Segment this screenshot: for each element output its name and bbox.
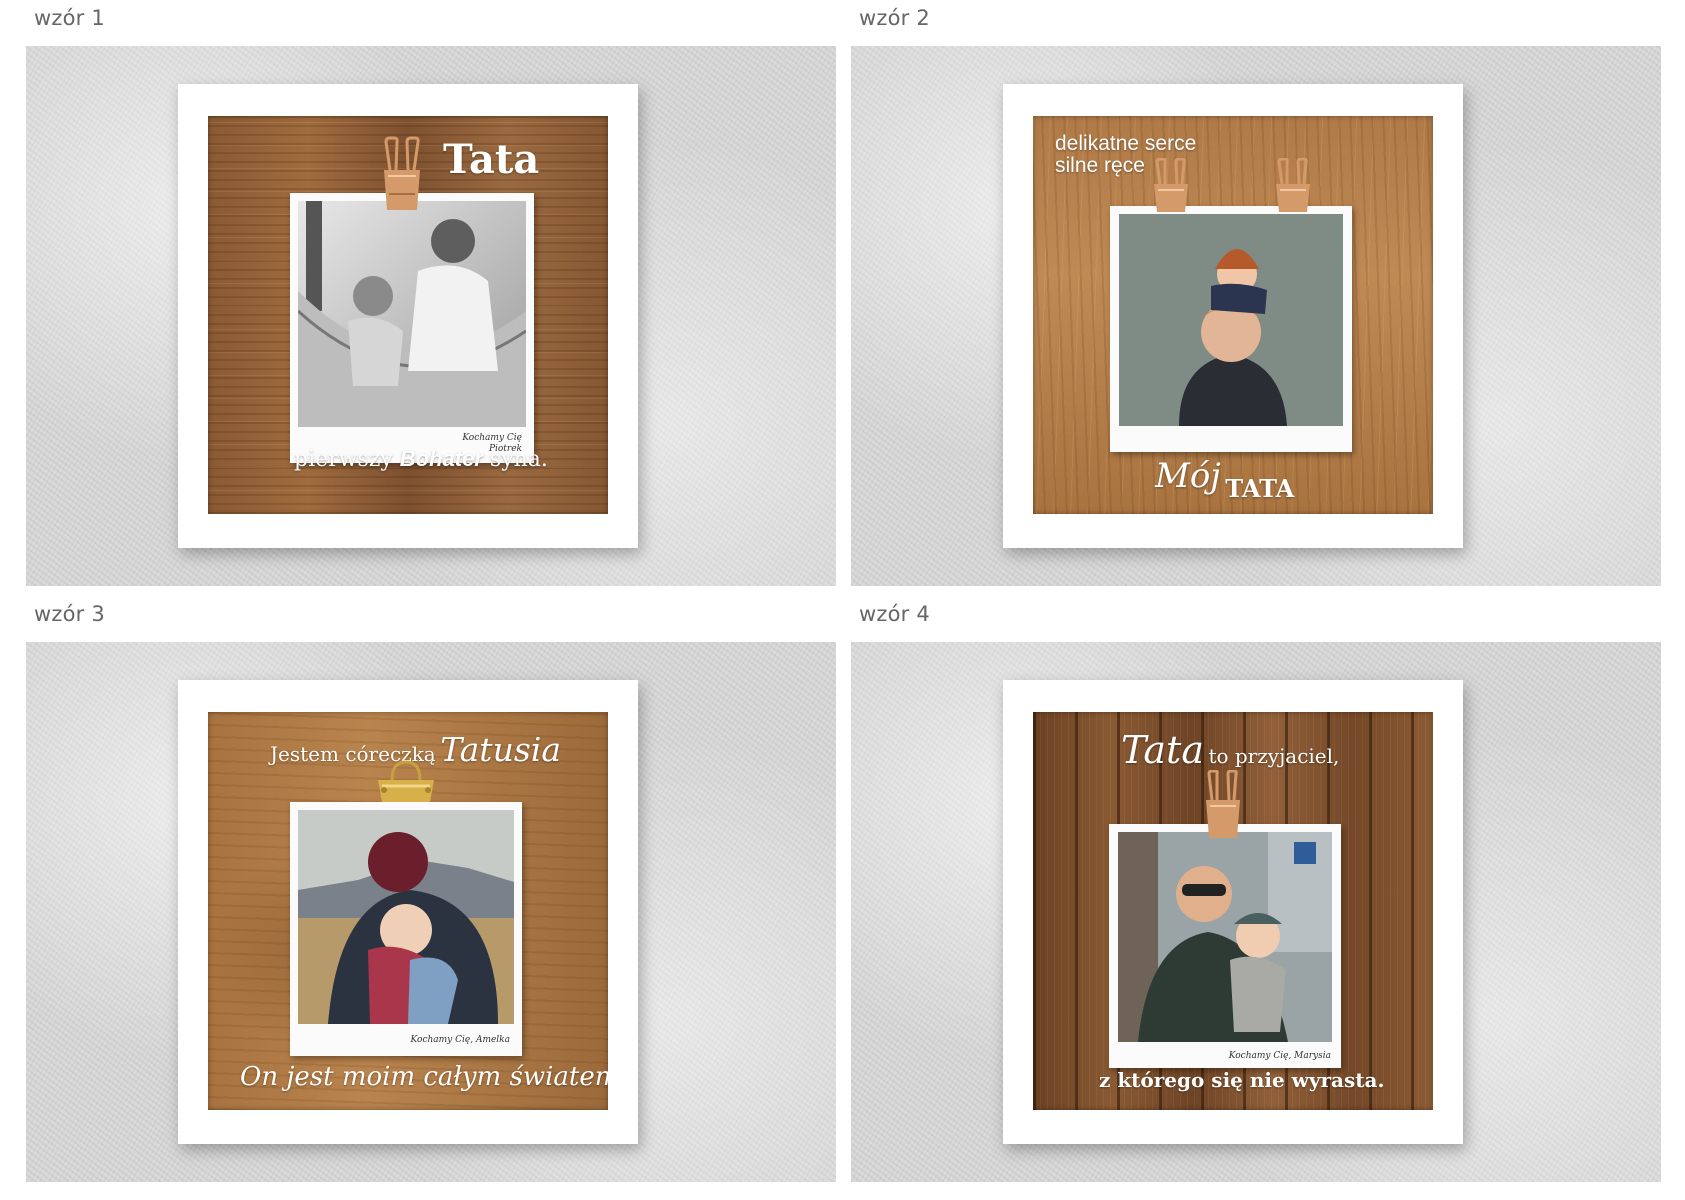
binder-clip-icon [1154,158,1188,212]
wood-panel: Tata to przyjaciel, Kochamy Cię, Marysia… [1033,712,1433,1110]
binder-clip-icon [1206,770,1240,838]
wood-panel: delikatne serce silne ręce Mój TATA [1033,116,1433,514]
father-son-hammock-photo [298,201,526,427]
polaroid-photo [1110,206,1352,452]
design-label: wzór 3 [34,602,105,626]
binder-clip-icon [384,136,420,210]
signature: Kochamy Cię, Marysia [1228,1051,1331,1061]
polaroid-photo: Kochamy Cię, Amelka [290,802,522,1056]
design-tagline: pierwszy Bohater syna. [294,446,548,472]
binder-clip-icon [1276,158,1310,212]
concrete-background: Tata to przyjaciel, Kochamy Cię, Marysia… [851,642,1661,1182]
concrete-background: Jestem córeczką Tatusia Kochamy Cię, Ame… [26,642,836,1182]
white-frame[interactable]: Tata Kochamy Cię Piotrek pierwszy Bohate… [178,84,638,548]
design-tagline: On jest moim całym światem [240,1062,608,1092]
design-label: wzór 4 [859,602,930,626]
design-tagline: z którego się nie wyrasta. [1099,1068,1385,1092]
father-daughter-city-photo [1118,832,1332,1042]
white-frame[interactable]: delikatne serce silne ręce Mój TATA [1003,84,1463,548]
white-frame[interactable]: Jestem córeczką Tatusia Kochamy Cię, Ame… [178,680,638,1144]
design-tagline: Mój TATA [1155,456,1295,503]
baby-on-shoulders-photo [1119,214,1343,426]
signature: Kochamy Cię, Amelka [410,1035,510,1045]
design-label: wzór 1 [34,6,105,30]
father-daughter-hug-photo [298,810,514,1024]
wood-panel: Jestem córeczką Tatusia Kochamy Cię, Ame… [208,712,608,1110]
polaroid-photo: Kochamy Cię Piotrek [290,193,534,463]
polaroid-photo: Kochamy Cię, Marysia [1109,824,1341,1068]
wood-panel: Tata Kochamy Cię Piotrek pierwszy Bohate… [208,116,608,514]
design-title: Tata to przyjaciel, [1121,728,1340,772]
design-title: Tata [443,136,540,183]
bulldog-clip-icon [378,760,434,802]
concrete-background: delikatne serce silne ręce Mój TATA [851,46,1661,586]
white-frame[interactable]: Tata to przyjaciel, Kochamy Cię, Marysia… [1003,680,1463,1144]
design-label: wzór 2 [859,6,930,30]
concrete-background: Tata Kochamy Cię Piotrek pierwszy Bohate… [26,46,836,586]
